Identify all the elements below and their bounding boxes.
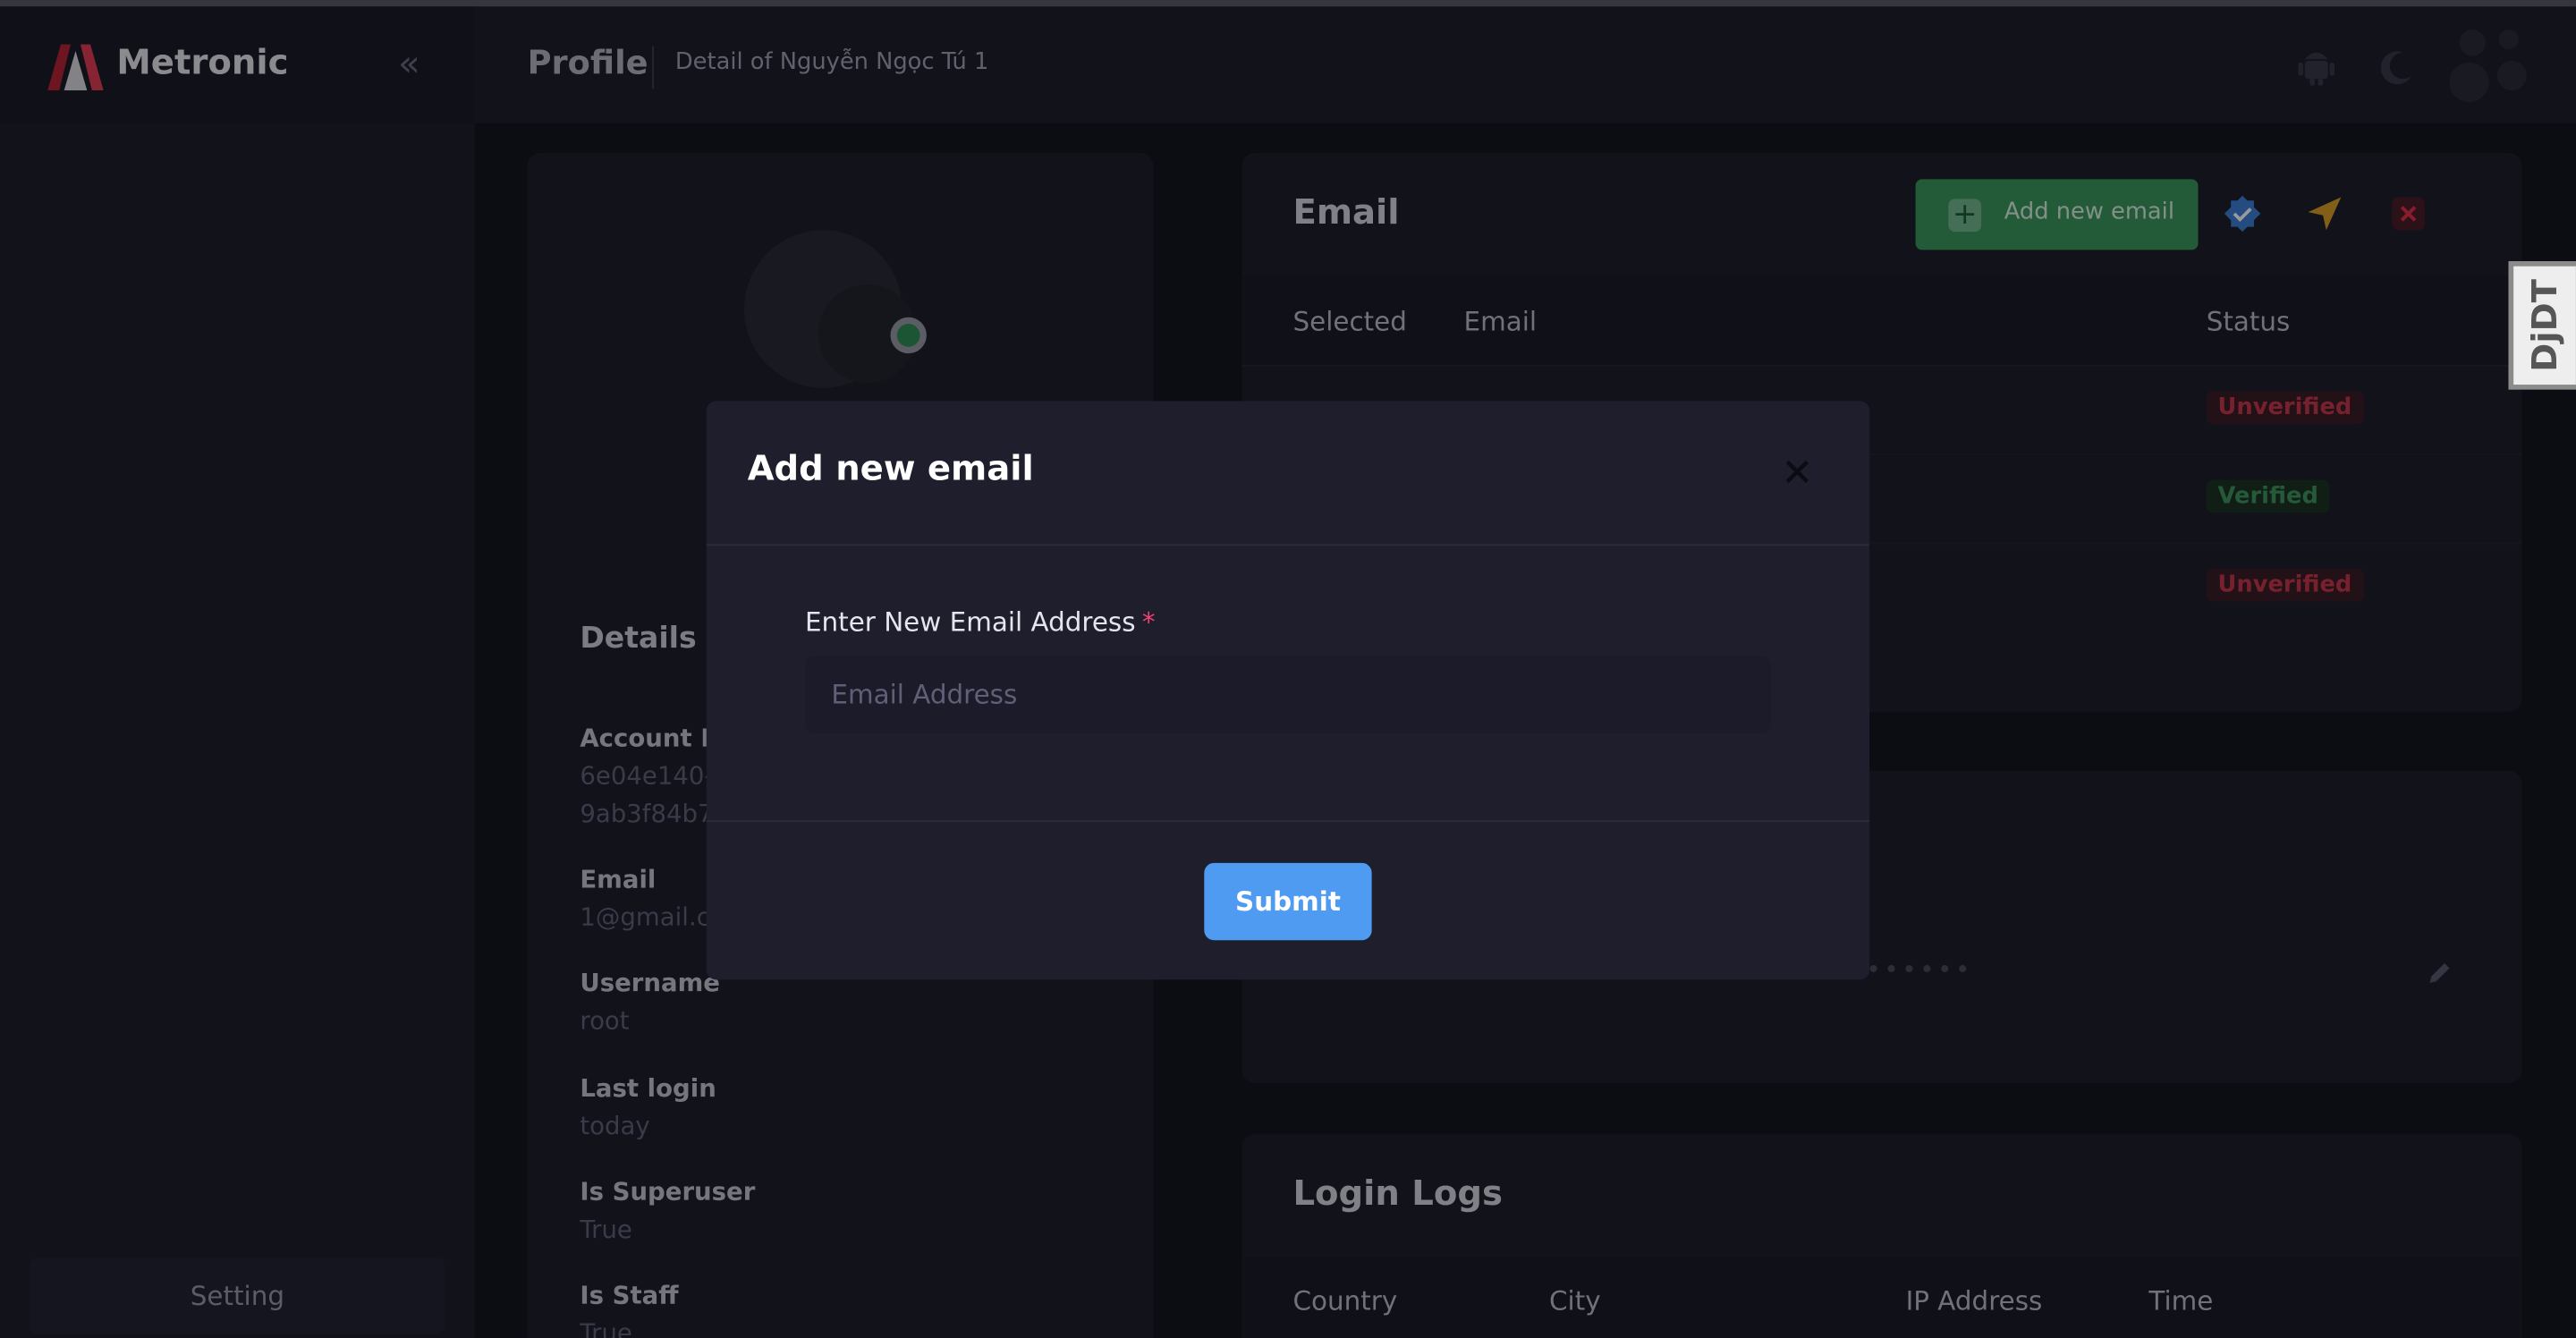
close-icon[interactable] [1777, 452, 1817, 491]
modal-header: Add new email [706, 401, 1870, 546]
modal-footer: Submit [706, 820, 1870, 979]
add-email-modal: Add new email Enter New Email Address* S… [706, 401, 1870, 980]
email-field-label-text: Enter New Email Address [804, 606, 1136, 639]
submit-button[interactable]: Submit [1204, 862, 1372, 941]
required-mark: * [1141, 606, 1156, 639]
app-window: Metronic « Setting Profile Detail of Ngu… [0, 0, 2576, 1338]
email-field-label: Enter New Email Address * [805, 606, 1156, 638]
email-address-input[interactable] [804, 656, 1771, 733]
modal-title: Add new email [747, 448, 1034, 488]
debug-toolbar-label: DjDT [2525, 279, 2565, 372]
debug-toolbar-handle[interactable]: DjDT [2508, 261, 2576, 390]
